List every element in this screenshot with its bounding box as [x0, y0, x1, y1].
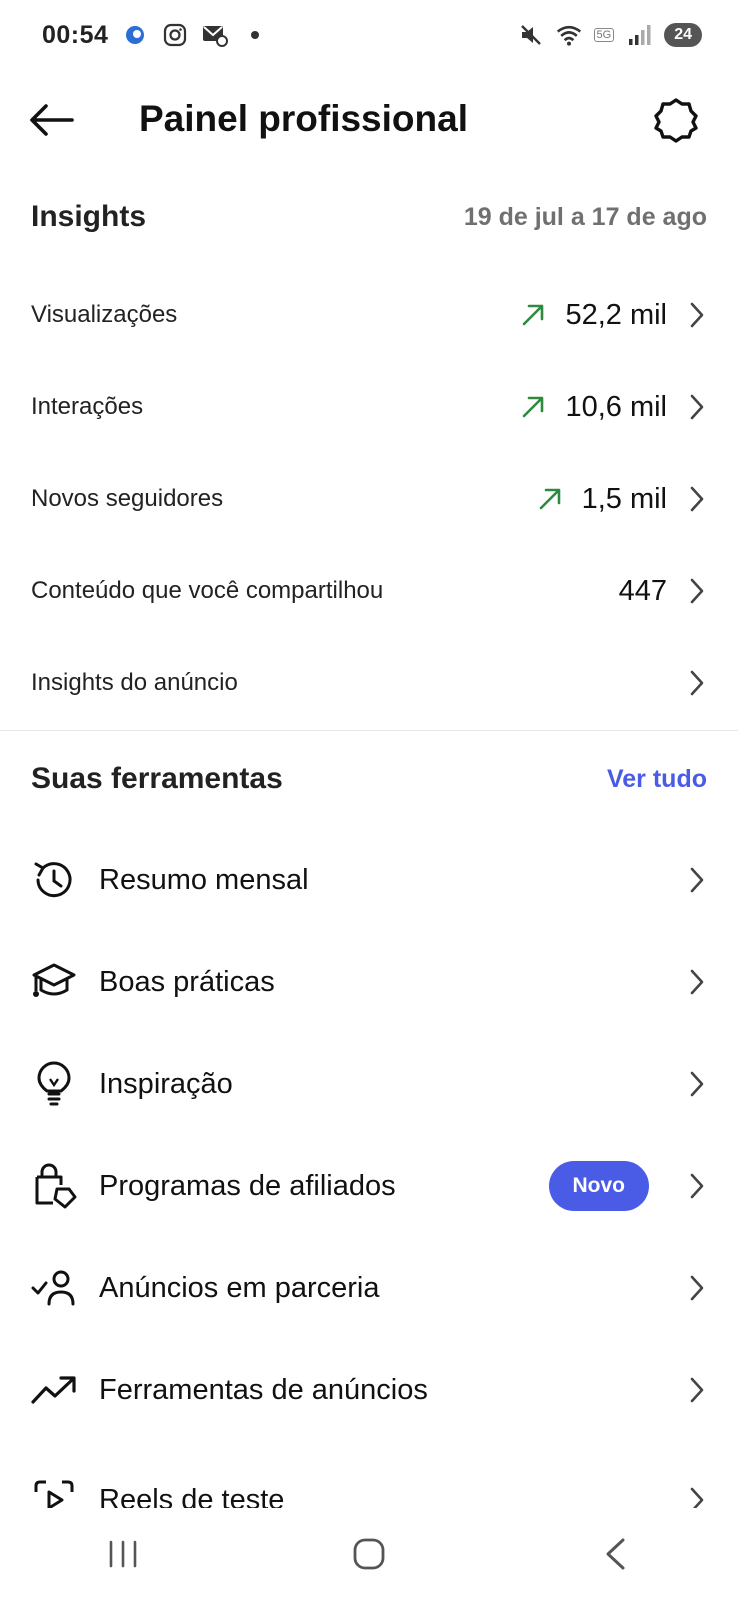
trend-up-icon	[521, 394, 547, 420]
battery-level: 24	[664, 23, 702, 47]
insight-label: Visualizações	[31, 301, 178, 328]
mute-icon	[518, 22, 544, 48]
insight-row-interactions[interactable]: Interações 10,6 mil	[31, 372, 707, 442]
insight-row-views[interactable]: Visualizações 52,2 mil	[31, 280, 707, 350]
status-left: 00:54	[42, 21, 268, 50]
history-icon	[31, 857, 77, 903]
insight-value: 10,6 mil	[565, 390, 667, 423]
chevron-right-icon	[687, 577, 707, 605]
chevron-right-icon	[687, 669, 707, 697]
trend-up-icon	[538, 486, 564, 512]
tool-row-inspiration[interactable]: Inspiração	[31, 1044, 707, 1124]
tools-title: Suas ferramentas	[31, 762, 283, 795]
chevron-right-icon	[687, 1070, 707, 1098]
new-badge: Novo	[548, 1161, 649, 1211]
trending-up-icon	[31, 1367, 77, 1413]
tool-label: Boas práticas	[99, 965, 275, 998]
mail-shield-icon	[202, 22, 229, 48]
system-nav-bar	[0, 1508, 738, 1600]
chevron-right-icon	[687, 1486, 707, 1508]
app-header: Painel profissional	[0, 80, 738, 158]
chevron-right-icon	[687, 1376, 707, 1404]
chevron-right-icon	[687, 301, 707, 329]
system-back-button[interactable]	[585, 1529, 645, 1579]
back-button[interactable]	[28, 98, 78, 142]
tool-row-test-reels[interactable]: Reels de teste	[31, 1460, 707, 1508]
wifi-icon	[556, 22, 582, 48]
tool-row-best-practices[interactable]: Boas práticas	[31, 942, 707, 1022]
section-divider	[0, 730, 738, 731]
status-bar: 00:54 5G 24	[0, 0, 738, 70]
insight-value: 52,2 mil	[565, 298, 667, 331]
chevron-right-icon	[687, 393, 707, 421]
tool-row-affiliate-programs[interactable]: Programas de afiliados Novo	[31, 1146, 707, 1226]
insight-label: Interações	[31, 393, 144, 420]
insight-row-ad-insights[interactable]: Insights do anúncio	[31, 648, 707, 718]
instagram-icon	[162, 22, 188, 48]
reels-test-icon	[31, 1477, 77, 1508]
tool-row-monthly-summary[interactable]: Resumo mensal	[31, 840, 707, 920]
tool-label: Resumo mensal	[99, 863, 309, 896]
insight-row-new-followers[interactable]: Novos seguidores 1,5 mil	[31, 464, 707, 534]
insight-label: Insights do anúncio	[31, 669, 238, 696]
see-all-link[interactable]: Ver tudo	[607, 765, 707, 794]
insight-value-group: 10,6 mil	[521, 391, 707, 424]
date-range[interactable]: 19 de jul a 17 de ago	[464, 203, 707, 232]
tool-row-partnership-ads[interactable]: Anúncios em parceria	[31, 1248, 707, 1328]
insight-value-group: 52,2 mil	[521, 299, 707, 332]
insight-row-content-shared[interactable]: Conteúdo que você compartilhou 447	[31, 556, 707, 626]
insight-value-group: 447	[619, 575, 707, 608]
tool-label: Programas de afiliados	[99, 1169, 396, 1202]
chevron-right-icon	[687, 1172, 707, 1200]
chevron-right-icon	[687, 485, 707, 513]
insight-label: Conteúdo que você compartilhou	[31, 577, 384, 604]
home-button[interactable]	[339, 1529, 399, 1579]
tool-row-ad-tools[interactable]: Ferramentas de anúncios	[31, 1350, 707, 1430]
trend-up-icon	[521, 302, 547, 328]
tool-label: Anúncios em parceria	[99, 1271, 380, 1304]
graduation-cap-icon	[31, 959, 77, 1005]
status-time: 00:54	[42, 20, 109, 49]
gear-icon	[654, 98, 698, 143]
more-notifications-dot-icon	[242, 22, 268, 48]
insights-header: Insights 19 de jul a 17 de ago	[31, 200, 707, 234]
settings-button[interactable]	[650, 94, 702, 146]
lightbulb-icon	[31, 1061, 77, 1107]
tool-label: Ferramentas de anúncios	[99, 1373, 428, 1406]
status-right: 5G 24	[518, 22, 702, 48]
insight-value: 447	[618, 574, 667, 607]
app-notification-icon	[122, 22, 148, 48]
recent-apps-icon	[109, 1540, 137, 1568]
chevron-right-icon	[687, 866, 707, 894]
person-check-icon	[31, 1265, 77, 1311]
home-icon	[353, 1538, 385, 1570]
shopping-bag-tag-icon	[31, 1163, 77, 1209]
signal-icon	[626, 22, 652, 48]
chevron-right-icon	[687, 968, 707, 996]
insight-value-group: 1,5 mil	[538, 483, 707, 516]
recent-apps-button[interactable]	[93, 1529, 153, 1579]
tool-label: Inspiração	[99, 1067, 233, 1100]
network-type-tag: 5G	[593, 28, 615, 42]
chevron-left-icon	[606, 1538, 625, 1570]
scroll-clip: Reels de teste	[0, 1460, 738, 1508]
page-title: Painel profissional	[139, 98, 468, 139]
tools-header: Suas ferramentas Ver tudo	[31, 762, 707, 796]
arrow-left-icon	[30, 104, 74, 136]
insights-title: Insights	[31, 200, 147, 233]
insight-value-group	[687, 669, 707, 697]
chevron-right-icon	[687, 1274, 707, 1302]
tool-label: Reels de teste	[99, 1483, 285, 1509]
insight-label: Novos seguidores	[31, 485, 224, 512]
insight-value: 1,5 mil	[581, 482, 667, 515]
